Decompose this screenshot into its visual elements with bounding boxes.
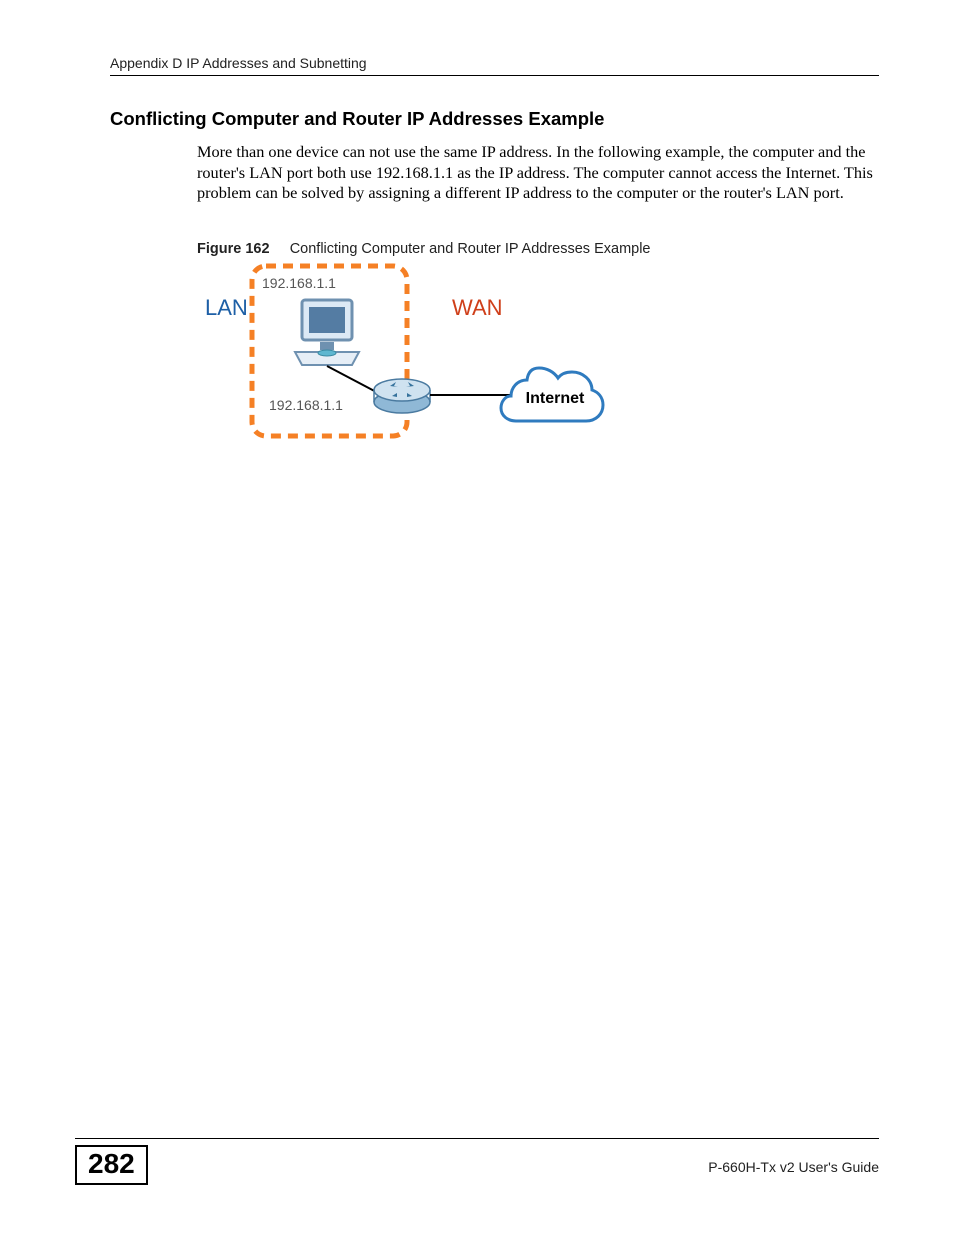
footer-rule — [75, 1138, 879, 1139]
section-heading: Conflicting Computer and Router IP Addre… — [110, 108, 604, 130]
page-number: 282 — [75, 1145, 148, 1185]
lan-label: LAN — [205, 295, 248, 320]
running-head: Appendix D IP Addresses and Subnetting — [110, 55, 879, 71]
figure-caption: Figure 162 Conflicting Computer and Rout… — [197, 241, 651, 257]
guide-title: P-660H-Tx v2 User's Guide — [708, 1159, 879, 1175]
internet-cloud-icon: Internet — [501, 368, 603, 421]
internet-label: Internet — [526, 390, 585, 407]
diagram-svg: LAN WAN 192.168.1.1 192.168.1.1 — [197, 260, 617, 440]
document-page: Appendix D IP Addresses and Subnetting C… — [0, 0, 954, 1235]
router-ip-label: 192.168.1.1 — [269, 397, 343, 413]
router-icon — [374, 379, 430, 413]
figure-caption-text: Conflicting Computer and Router IP Addre… — [290, 241, 651, 257]
computer-icon — [295, 300, 359, 365]
network-diagram: LAN WAN 192.168.1.1 192.168.1.1 — [197, 260, 617, 440]
figure-caption-sep — [274, 241, 286, 257]
header-rule — [110, 75, 879, 76]
figure-label: Figure 162 — [197, 241, 270, 257]
wan-label: WAN — [452, 295, 503, 320]
body-paragraph: More than one device can not use the sam… — [197, 142, 877, 204]
page-header: Appendix D IP Addresses and Subnetting — [110, 55, 879, 76]
page-footer: 282 P-660H-Tx v2 User's Guide — [75, 1138, 879, 1185]
computer-ip-label: 192.168.1.1 — [262, 275, 336, 291]
